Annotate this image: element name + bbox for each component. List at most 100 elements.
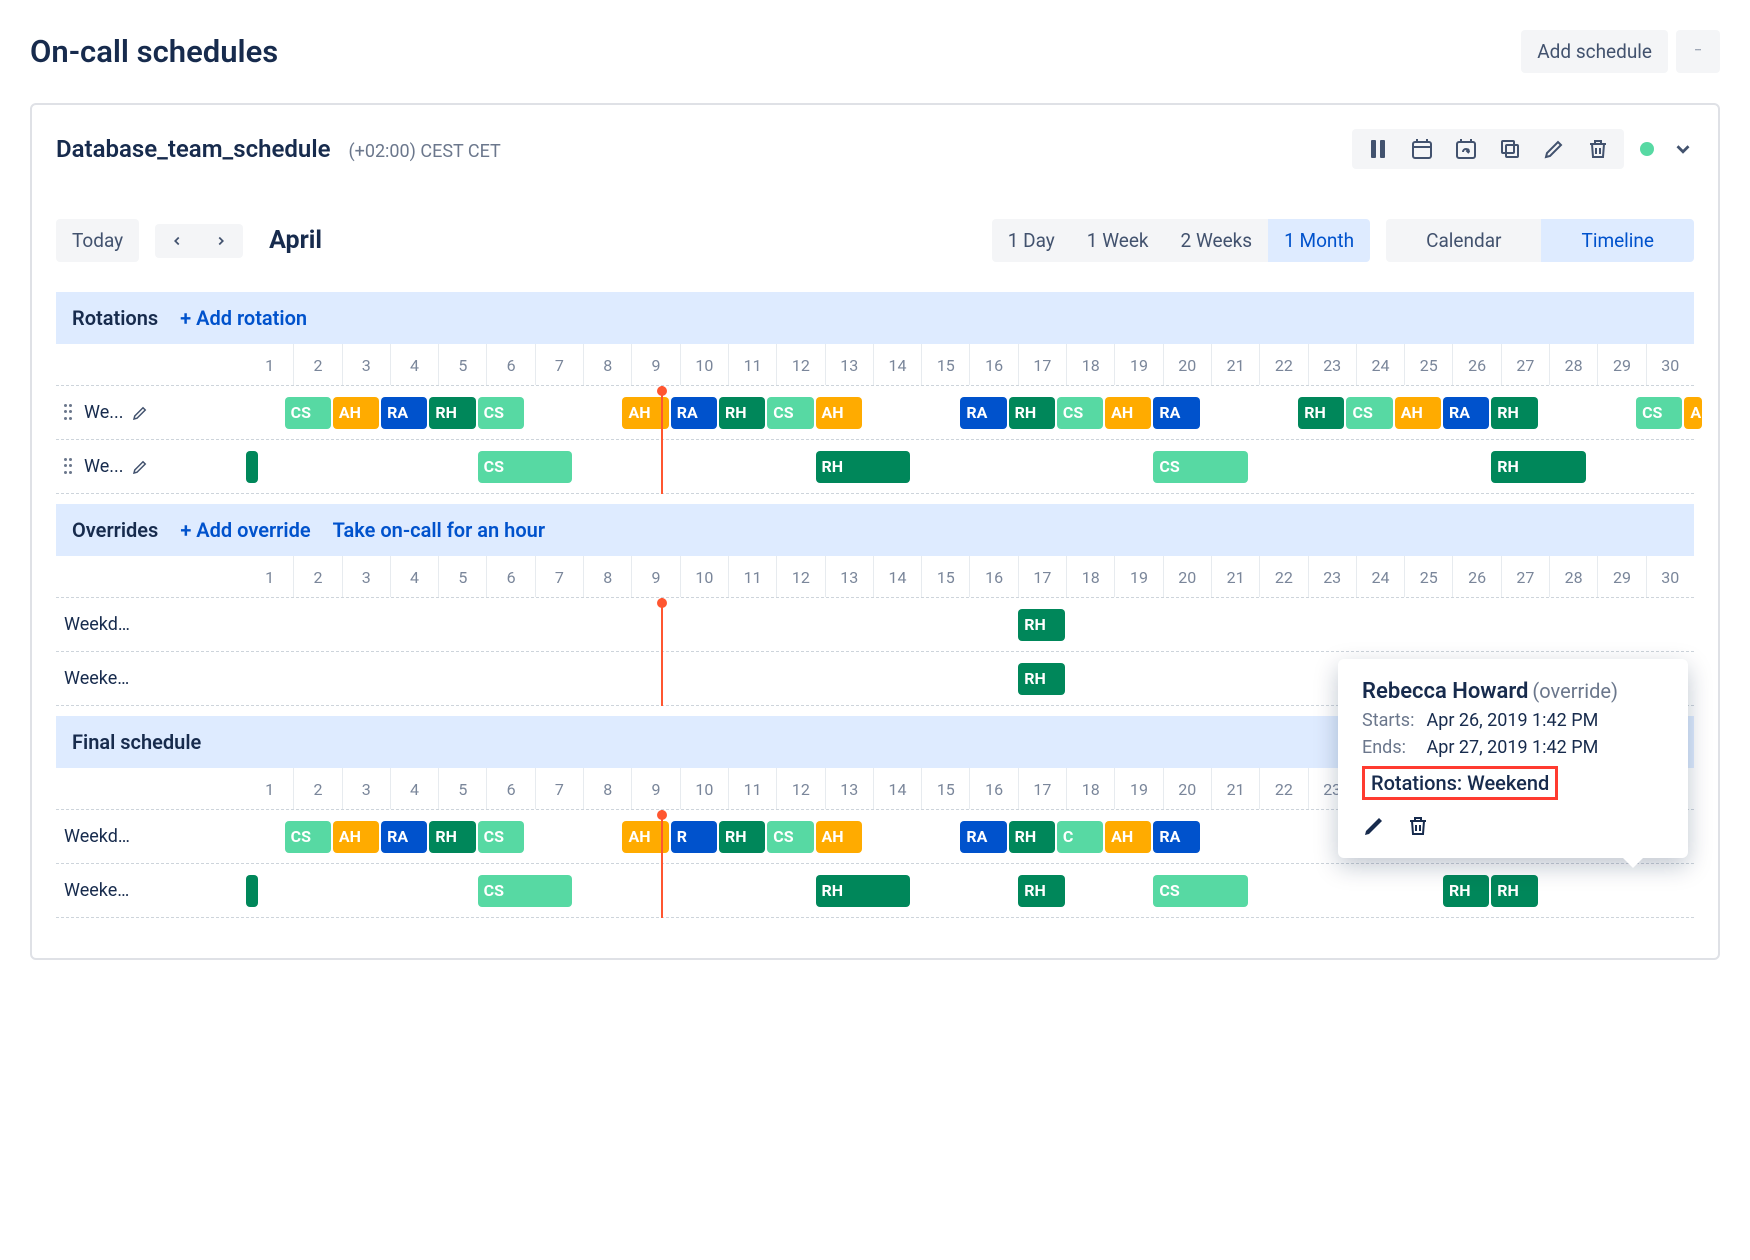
schedule-block[interactable]: CS xyxy=(1153,875,1248,907)
range-1month[interactable]: 1 Month xyxy=(1268,219,1370,262)
schedule-block[interactable]: RH xyxy=(816,451,911,483)
day-cell: 18 xyxy=(1066,768,1114,809)
schedule-block[interactable]: CS xyxy=(1636,397,1682,429)
range-2weeks[interactable]: 2 Weeks xyxy=(1165,219,1269,262)
add-rotation-link[interactable]: + Add rotation xyxy=(180,306,307,330)
schedule-block[interactable]: AH xyxy=(1105,397,1151,429)
day-cell: 15 xyxy=(921,768,969,809)
schedule-block[interactable]: AH xyxy=(333,397,379,429)
schedule-block[interactable]: RH xyxy=(1009,821,1055,853)
schedule-block[interactable]: CS xyxy=(285,397,331,429)
chevron-down-icon[interactable] xyxy=(1672,138,1694,160)
schedule-block[interactable]: AH xyxy=(333,821,379,853)
schedule-block[interactable]: RH xyxy=(1018,663,1064,695)
schedule-block[interactable]: RH xyxy=(1491,451,1586,483)
schedule-block[interactable]: CS xyxy=(1346,397,1392,429)
day-cell: 22 xyxy=(1259,556,1307,597)
row-label: Weekday's... xyxy=(64,614,134,635)
schedule-block[interactable]: AH xyxy=(816,821,862,853)
day-cell: 2 xyxy=(293,556,341,597)
overrides-day-scale: 1234567891011121314151617181920212223242… xyxy=(246,556,1694,597)
schedule-block[interactable]: RA xyxy=(960,821,1006,853)
next-button[interactable] xyxy=(199,224,243,258)
schedule-block[interactable]: RA xyxy=(1153,821,1199,853)
trash-icon[interactable] xyxy=(1586,137,1610,161)
range-1week[interactable]: 1 Week xyxy=(1071,219,1165,262)
view-timeline[interactable]: Timeline xyxy=(1541,219,1694,262)
take-oncall-link[interactable]: Take on-call for an hour xyxy=(333,518,545,542)
today-button[interactable]: Today xyxy=(56,219,139,262)
schedule-block[interactable]: RH xyxy=(1491,397,1537,429)
day-cell: 24 xyxy=(1356,344,1404,385)
day-cell: 20 xyxy=(1163,344,1211,385)
schedule-block[interactable]: RA xyxy=(671,397,717,429)
calendar-icon[interactable] xyxy=(1410,137,1434,161)
schedule-block[interactable]: AH xyxy=(1105,821,1151,853)
schedule-block[interactable]: RH xyxy=(1018,609,1064,641)
schedule-block[interactable]: RH xyxy=(719,821,765,853)
calendar-sync-icon[interactable] xyxy=(1454,137,1478,161)
more-actions-button[interactable] xyxy=(1676,30,1720,73)
schedule-block[interactable]: RH xyxy=(719,397,765,429)
schedule-block[interactable]: CS xyxy=(1057,397,1103,429)
schedule-block[interactable]: A xyxy=(1684,397,1701,429)
schedule-block[interactable]: RA xyxy=(960,397,1006,429)
schedule-block[interactable]: C xyxy=(1057,821,1103,853)
schedule-block[interactable]: CS xyxy=(1153,451,1248,483)
view-calendar[interactable]: Calendar xyxy=(1386,219,1541,262)
day-cell: 16 xyxy=(969,768,1017,809)
schedule-block[interactable]: RH xyxy=(1009,397,1055,429)
day-cell: 26 xyxy=(1452,344,1500,385)
pencil-icon[interactable] xyxy=(1542,137,1566,161)
day-cell: 9 xyxy=(631,768,679,809)
pencil-icon[interactable] xyxy=(131,458,149,476)
drag-handle-icon[interactable] xyxy=(64,404,76,422)
drag-handle-icon[interactable] xyxy=(64,458,76,476)
schedule-block[interactable]: RH xyxy=(1443,875,1489,907)
schedule-block[interactable]: CS xyxy=(285,821,331,853)
day-cell: 15 xyxy=(921,344,969,385)
schedule-name: Database_team_schedule xyxy=(56,135,330,163)
schedule-block[interactable]: CS xyxy=(767,397,813,429)
schedule-block[interactable]: AH xyxy=(622,397,668,429)
schedule-block[interactable]: AH xyxy=(622,821,668,853)
schedule-block[interactable]: AH xyxy=(1395,397,1441,429)
popover-delete-icon[interactable] xyxy=(1406,814,1430,838)
schedule-block[interactable]: RH xyxy=(1018,875,1064,907)
add-override-link[interactable]: + Add override xyxy=(180,518,310,542)
day-cell: 29 xyxy=(1597,556,1645,597)
current-month: April xyxy=(269,226,322,255)
day-cell: 14 xyxy=(873,344,921,385)
day-cell: 3 xyxy=(342,344,390,385)
schedule-block[interactable]: CS xyxy=(478,397,524,429)
schedule-block[interactable]: RH xyxy=(1298,397,1344,429)
add-schedule-button[interactable]: Add schedule xyxy=(1521,30,1668,73)
popover-edit-icon[interactable] xyxy=(1362,814,1386,838)
schedule-block[interactable]: CS xyxy=(478,451,573,483)
schedule-block[interactable]: CS xyxy=(767,821,813,853)
pause-icon[interactable] xyxy=(1366,137,1390,161)
schedule-block[interactable]: RH xyxy=(816,875,911,907)
schedule-block[interactable]: RA xyxy=(1443,397,1489,429)
schedule-block[interactable]: RA xyxy=(381,397,427,429)
schedule-block[interactable]: RH xyxy=(1491,875,1537,907)
day-cell: 2 xyxy=(293,768,341,809)
pencil-icon[interactable] xyxy=(131,404,149,422)
schedule-block[interactable]: RA xyxy=(381,821,427,853)
schedule-block[interactable]: AH xyxy=(816,397,862,429)
schedule-block[interactable]: RH xyxy=(429,821,475,853)
schedule-block[interactable]: RA xyxy=(1153,397,1199,429)
range-1day[interactable]: 1 Day xyxy=(992,219,1071,262)
day-cell: 13 xyxy=(825,768,873,809)
copy-icon[interactable] xyxy=(1498,137,1522,161)
schedule-block[interactable]: R xyxy=(671,821,717,853)
schedule-block[interactable]: CS xyxy=(478,875,573,907)
schedule-block[interactable] xyxy=(246,875,258,907)
day-cell: 14 xyxy=(873,556,921,597)
schedule-block[interactable]: CS xyxy=(478,821,524,853)
schedule-block[interactable]: RH xyxy=(429,397,475,429)
schedule-block[interactable] xyxy=(246,451,258,483)
prev-button[interactable] xyxy=(155,224,199,258)
schedule-toolbar xyxy=(1352,129,1624,169)
day-cell: 7 xyxy=(535,344,583,385)
